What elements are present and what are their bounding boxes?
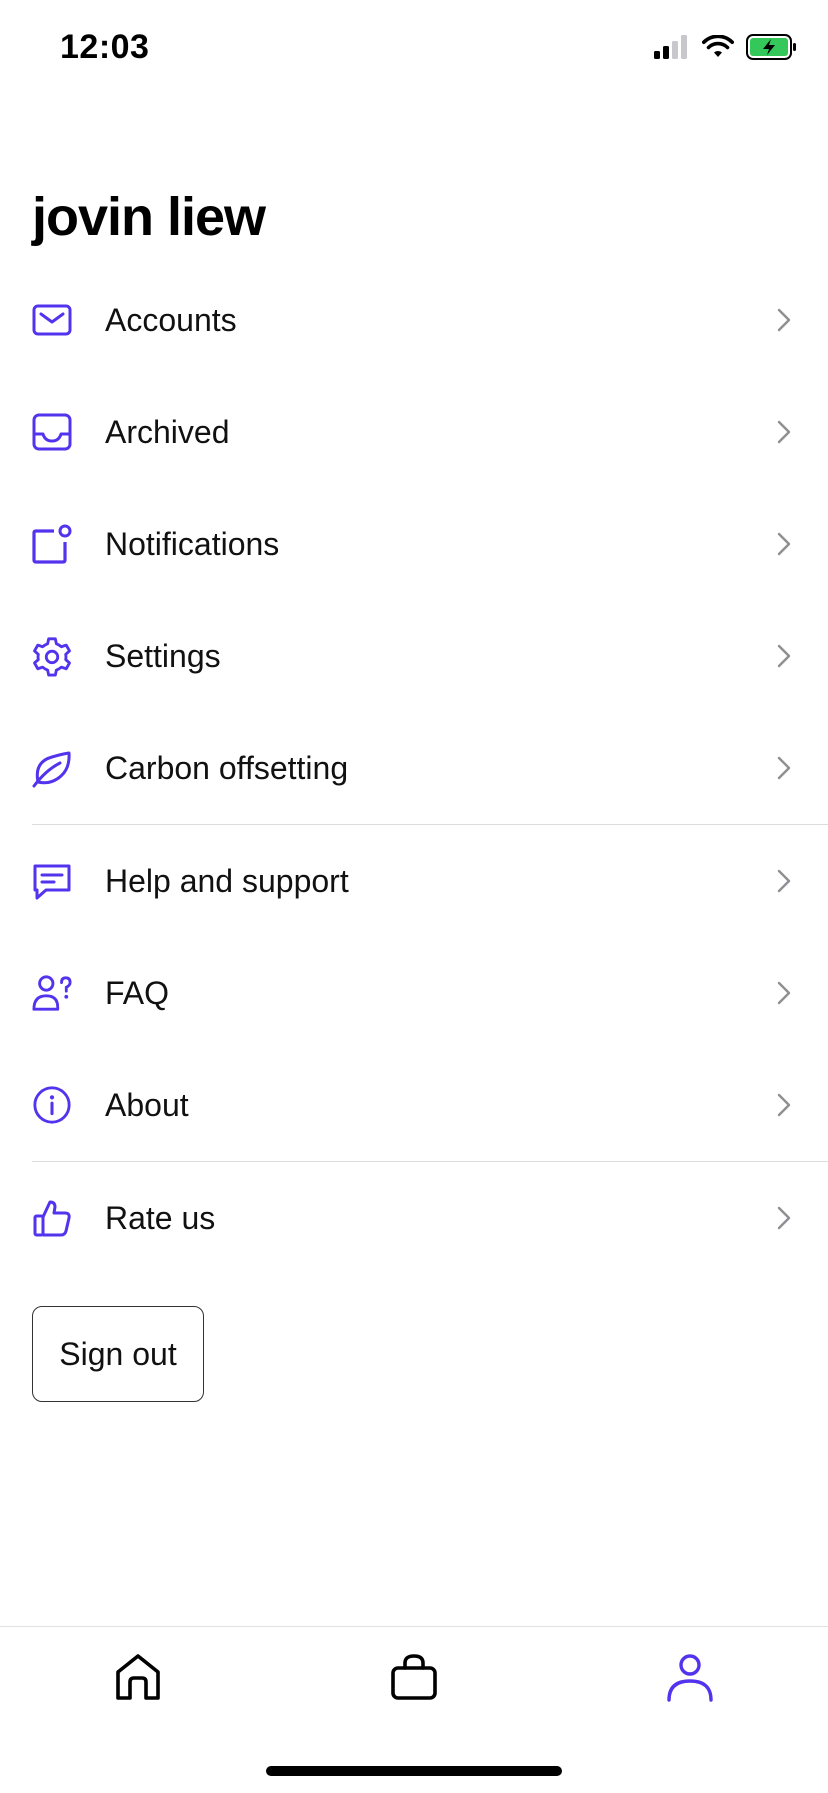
menu-item-accounts[interactable]: Accounts [0,264,828,376]
chevron-right-icon [774,977,794,1009]
gear-icon [32,636,72,677]
menu-item-label: Help and support [105,863,349,899]
menu-item-label: Accounts [105,302,237,338]
battery-icon [746,34,798,65]
menu-item-label: FAQ [105,975,170,1011]
user-question-icon [32,973,72,1013]
tab-shop[interactable] [384,1649,444,1709]
chevron-right-icon [774,1202,794,1234]
menu-item-label: Archived [105,414,230,450]
menu-item-rate-us[interactable]: Rate us [0,1162,828,1274]
menu-item-label: Carbon offsetting [105,750,349,786]
settings-menu: Accounts Archived Notifications Settings… [0,264,828,1274]
status-bar: 12:03 [0,0,828,100]
wifi-icon [702,34,734,64]
status-icons [654,34,798,65]
tab-home[interactable] [108,1649,168,1709]
menu-item-label: About [105,1087,189,1123]
thumbs-up-icon [32,1198,72,1238]
notification-icon [32,524,72,564]
menu-item-archived[interactable]: Archived [0,376,828,488]
menu-item-about[interactable]: About [0,1049,828,1161]
chevron-right-icon [774,865,794,897]
user-icon [664,1651,716,1708]
page-title: jovin liew [32,187,266,247]
menu-item-label: Settings [105,638,221,674]
menu-item-help-and-support[interactable]: Help and support [0,825,828,937]
chevron-right-icon [774,640,794,672]
status-time: 12:03 [60,28,150,66]
chevron-right-icon [774,304,794,336]
chat-icon [32,861,72,901]
info-icon [32,1085,72,1125]
chevron-right-icon [774,752,794,784]
menu-item-notifications[interactable]: Notifications [0,488,828,600]
tab-profile[interactable] [660,1649,720,1709]
chevron-right-icon [774,528,794,560]
signal-icon [654,35,690,64]
sign-out-button[interactable]: Sign out [32,1306,204,1402]
mail-icon [32,300,72,340]
menu-item-carbon-offsetting[interactable]: Carbon offsetting [0,712,828,824]
menu-item-label: Notifications [105,526,280,562]
menu-item-faq[interactable]: FAQ [0,937,828,1049]
home-icon [112,1651,164,1708]
leaf-icon [32,748,72,788]
menu-item-settings[interactable]: Settings [0,600,828,712]
shopping-bag-icon [388,1651,440,1708]
chevron-right-icon [774,1089,794,1121]
menu-item-label: Rate us [105,1200,216,1236]
home-indicator [266,1766,562,1776]
chevron-right-icon [774,416,794,448]
inbox-icon [32,412,72,452]
